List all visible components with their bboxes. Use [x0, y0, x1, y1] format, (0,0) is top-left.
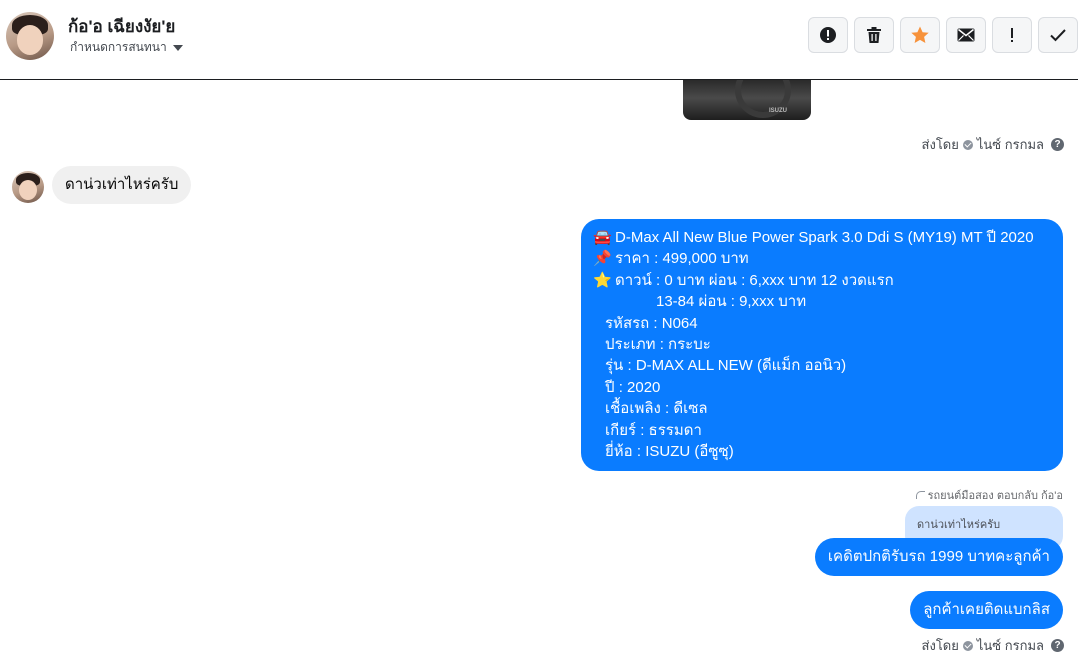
exclamation-icon — [1011, 28, 1013, 42]
trash-icon — [867, 27, 881, 43]
outgoing-message-bubble[interactable]: เคดิตปกติรับรถ 1999 บาทคะลูกค้า — [814, 538, 1063, 576]
contact-name[interactable]: ก้อ'อ เฉียงงัย'ย — [68, 13, 175, 40]
card-type-line: ประเภท : กระบะ — [605, 336, 711, 354]
reply-meta-label: รถยนต์มือสอง ตอบกลับ ก้อ'อ — [915, 486, 1063, 504]
verified-check-icon — [962, 640, 973, 651]
sent-by-prefix: ส่งโดย — [921, 638, 959, 653]
card-model-line: รุ่น : D-MAX ALL NEW (ดีแม็ก ออนิว) — [605, 357, 847, 375]
star-button[interactable] — [900, 17, 940, 53]
report-button[interactable] — [808, 17, 848, 53]
conversation-toolbar — [808, 17, 1078, 53]
sender-avatar[interactable] — [12, 171, 44, 203]
sent-by-agent: ไนซ์ กรกมล — [976, 137, 1044, 152]
assign-conversation-dropdown[interactable]: กำหนดการสนทนา — [70, 38, 183, 57]
chevron-down-icon — [172, 45, 183, 51]
sent-by-label-top: ส่งโดย ไนซ์ กรกมล ? — [922, 134, 1064, 155]
card-year-line: ปี : 2020 — [605, 378, 661, 396]
assign-conversation-label: กำหนดการสนทนา — [70, 40, 167, 54]
car-interior-image[interactable]: ISUZU — [683, 80, 811, 120]
checkmark-icon — [1050, 29, 1066, 42]
contact-avatar[interactable] — [6, 12, 54, 60]
card-brand-line: ยี่ห้อ : ISUZU (อีซูซุ) — [605, 443, 734, 461]
card-car-code-line: รหัสรถ : N064 — [605, 314, 698, 332]
card-installment-line: 13-84 ผ่อน : 9,xxx บาท — [656, 293, 807, 311]
star-icon — [911, 26, 929, 43]
follow-up-button[interactable] — [992, 17, 1032, 53]
avatar-face-shape — [19, 179, 37, 200]
card-down-payment-line: ⭐ ดาวน์ : 0 บาท ผ่อน : 6,xxx บาท 12 งวดแร… — [593, 270, 1053, 291]
conversation-header: ก้อ'อ เฉียงงัย'ย กำหนดการสนทนา — [0, 0, 1078, 80]
product-card-message[interactable]: 🚘 D-Max All New Blue Power Spark 3.0 Ddi … — [581, 219, 1063, 471]
reply-arrow-icon — [915, 491, 925, 499]
reply-meta-text: รถยนต์มือสอง ตอบกลับ ก้อ'อ — [927, 490, 1063, 502]
sent-by-agent: ไนซ์ กรกมล — [976, 638, 1044, 653]
card-gear-line: เกียร์ : ธรรมดา — [605, 421, 702, 439]
sent-by-prefix: ส่งโดย — [921, 137, 959, 152]
card-price-line: 📌 ราคา : 499,000 บาท — [593, 248, 1053, 269]
help-icon[interactable]: ? — [1051, 639, 1064, 652]
report-icon — [820, 27, 836, 43]
incoming-message-bubble[interactable]: ดาน่วเท่าไหร่ครับ — [52, 166, 192, 204]
card-fuel-line: เชื้อเพลิง : ดีเซล — [605, 400, 708, 418]
help-icon[interactable]: ? — [1051, 138, 1064, 151]
pushpin-emoji-icon: 📌 — [593, 250, 612, 268]
mark-done-button[interactable] — [1038, 17, 1078, 53]
verified-check-icon — [962, 139, 973, 150]
card-title-line: 🚘 D-Max All New Blue Power Spark 3.0 Ddi … — [593, 227, 1053, 248]
delete-button[interactable] — [854, 17, 894, 53]
avatar-face-shape — [16, 25, 44, 56]
star-emoji-icon: ⭐ — [593, 271, 612, 289]
outgoing-message-bubble[interactable]: ลูกค้าเคยติดแบกลิส — [910, 591, 1063, 629]
steering-emblem: ISUZU — [769, 108, 787, 114]
car-emoji-icon: 🚘 — [593, 229, 612, 246]
sent-by-label-bottom: ส่งโดย ไนซ์ กรกมล ? — [922, 635, 1064, 656]
mark-unread-button[interactable] — [946, 17, 986, 53]
mail-icon — [957, 28, 975, 42]
